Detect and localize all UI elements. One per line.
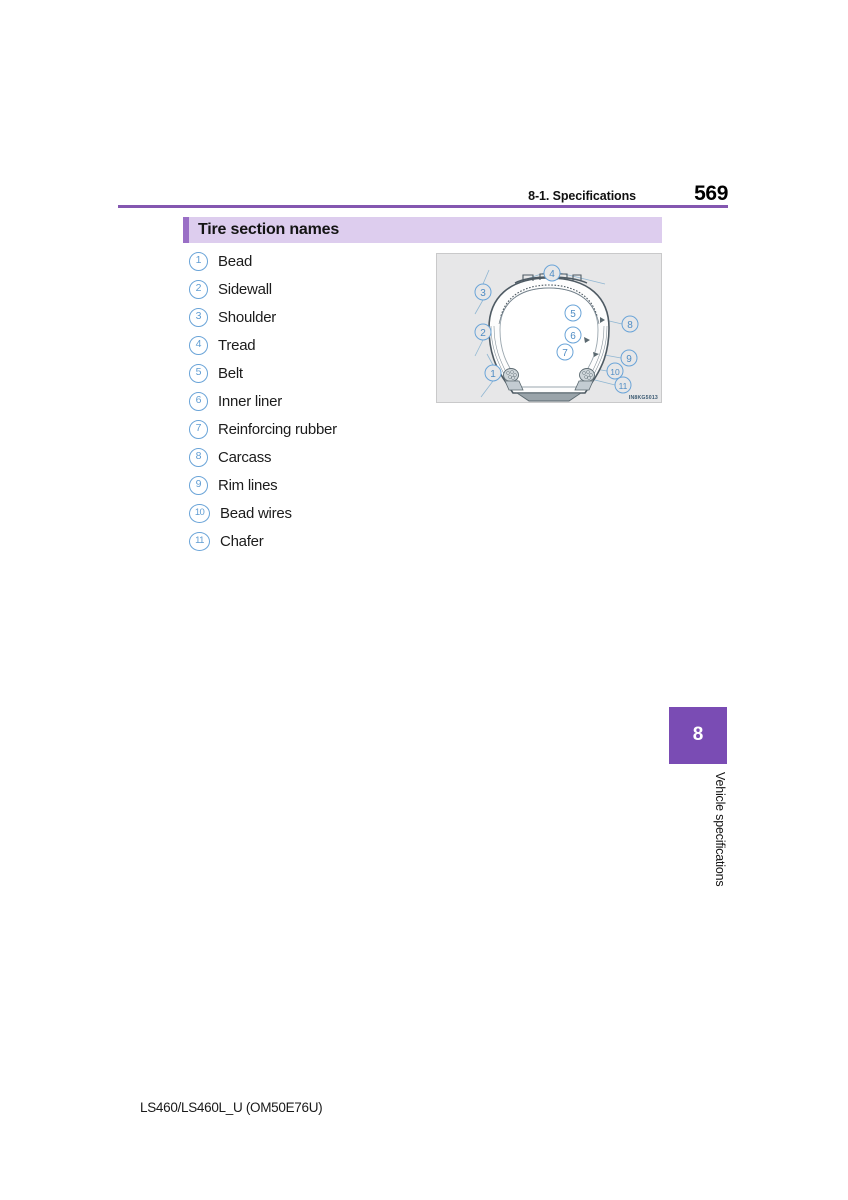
list-item-label: Inner liner	[218, 392, 282, 410]
page-header: 8-1. Specifications 569	[118, 178, 728, 205]
callout-3: 3	[474, 283, 492, 301]
section-accent-bar	[183, 217, 189, 243]
rim-base	[515, 392, 583, 402]
svg-text:5: 5	[570, 309, 576, 320]
tire-cross-section-diagram: 1 2 3 4 5 6 7 8 9 10 11 IN8KG5013	[436, 253, 662, 403]
callout-11: 11	[614, 376, 632, 394]
callout-2: 2	[474, 323, 492, 341]
list-number-icon: 1	[189, 251, 208, 271]
list-item: 2 Sidewall	[189, 275, 429, 303]
list-item: 3 Shoulder	[189, 303, 429, 331]
list-number-icon: 2	[189, 279, 208, 299]
svg-text:1: 1	[490, 369, 496, 380]
list-item-label: Belt	[218, 364, 243, 382]
callout-9: 9	[620, 349, 638, 367]
page-number: 569	[694, 182, 728, 205]
list-number-icon: 11	[189, 531, 210, 551]
svg-text:3: 3	[480, 288, 486, 299]
list-number-icon: 4	[189, 335, 208, 355]
tire-diagram-svg: 1 2 3 4 5 6 7 8 9 10 11	[474, 264, 639, 402]
page-title: Tire section names	[198, 221, 340, 238]
tire-section-list: 1 Bead 2 Sidewall 3 Shoulder 4 Tread 5 B…	[189, 247, 429, 555]
svg-text:7: 7	[562, 348, 568, 359]
list-item: 8 Carcass	[189, 443, 429, 471]
list-item-label: Chafer	[220, 532, 264, 550]
diagram-reference-code: IN8KG5013	[628, 395, 658, 401]
list-item-label: Rim lines	[218, 476, 278, 494]
list-item: 11 Chafer	[189, 527, 429, 555]
list-number-icon: 9	[189, 475, 208, 495]
callout-1: 1	[484, 364, 502, 382]
svg-text:8: 8	[627, 320, 633, 331]
svg-text:9: 9	[626, 354, 632, 365]
list-number-icon: 3	[189, 307, 208, 327]
header-section-title: 8-1. Specifications	[528, 189, 636, 203]
list-item: 9 Rim lines	[189, 471, 429, 499]
list-item: 1 Bead	[189, 247, 429, 275]
list-item-label: Carcass	[218, 448, 272, 466]
list-number-icon: 8	[189, 447, 208, 467]
page-footer: LS460/LS460L_U (OM50E76U)	[140, 1100, 323, 1115]
callout-8: 8	[621, 315, 639, 333]
list-number-icon: 7	[189, 419, 208, 439]
svg-text:2: 2	[480, 328, 486, 339]
list-number-icon: 10	[189, 503, 210, 523]
callout-4: 4	[543, 264, 561, 282]
list-item: 5 Belt	[189, 359, 429, 387]
list-item-label: Bead wires	[220, 504, 292, 522]
header-divider	[118, 205, 728, 208]
chapter-tab-number: 8	[692, 724, 704, 745]
list-item-label: Sidewall	[218, 280, 272, 298]
list-item: 6 Inner liner	[189, 387, 429, 415]
list-item: 4 Tread	[189, 331, 429, 359]
svg-text:10: 10	[610, 367, 620, 377]
svg-text:4: 4	[549, 269, 555, 280]
callout-7: 7	[556, 343, 574, 361]
list-item: 7 Reinforcing rubber	[189, 415, 429, 443]
list-item-label: Reinforcing rubber	[218, 420, 337, 438]
list-item-label: Bead	[218, 252, 253, 270]
svg-text:11: 11	[619, 381, 628, 391]
section-title-band: Tire section names	[183, 217, 662, 243]
chapter-tab-label: Vehicle specifications	[713, 772, 727, 887]
chapter-tab[interactable]: 8	[669, 707, 727, 764]
callout-10: 10	[606, 362, 624, 380]
svg-text:6: 6	[570, 331, 576, 342]
list-number-icon: 5	[189, 363, 208, 383]
list-item-label: Tread	[218, 336, 256, 354]
callout-6: 6	[564, 326, 582, 344]
list-number-icon: 6	[189, 391, 208, 411]
callout-5: 5	[564, 304, 582, 322]
list-item: 10 Bead wires	[189, 499, 429, 527]
list-item-label: Shoulder	[218, 308, 277, 326]
